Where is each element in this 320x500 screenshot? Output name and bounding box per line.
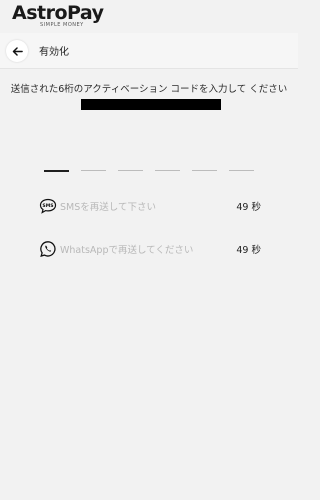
nav-bar: 有効化 — [0, 33, 298, 68]
astropay-logo: AstroPay SIMPLE MONEY — [12, 2, 104, 28]
instruction-text: 送信された6桁のアクティベーション コードを入力して ください — [10, 82, 288, 112]
arrow-left-icon — [12, 46, 23, 56]
logo-tagline: SIMPLE MONEY — [40, 22, 84, 28]
svg-text:SMS: SMS — [42, 203, 53, 209]
resend-whatsapp-timer: 49 秒 — [236, 245, 261, 256]
whatsapp-icon — [39, 240, 57, 258]
code-input[interactable] — [44, 170, 254, 172]
logo-wordmark: AstroPay — [12, 2, 104, 24]
code-slot-1[interactable] — [44, 170, 69, 172]
resend-sms-label: SMSを再送して下さい — [60, 202, 156, 213]
back-button[interactable] — [6, 40, 28, 62]
code-slot-3[interactable] — [118, 170, 143, 171]
sms-icon: SMS — [39, 197, 57, 215]
brand-header: AstroPay SIMPLE MONEY — [0, 0, 298, 33]
code-slot-2[interactable] — [81, 170, 106, 171]
resend-whatsapp-label: WhatsAppで再送してください — [60, 245, 194, 256]
resend-sms-timer: 49 秒 — [236, 202, 261, 213]
instruction-message: 送信された6桁のアクティベーション コードを入力して ください — [10, 84, 288, 95]
code-slot-6[interactable] — [229, 170, 254, 171]
code-slot-4[interactable] — [155, 170, 180, 171]
page-title: 有効化 — [39, 47, 69, 58]
header-divider — [0, 68, 298, 69]
code-slot-5[interactable] — [192, 170, 217, 171]
resend-sms-row[interactable]: SMS SMSを再送して下さい 49 秒 — [39, 196, 261, 216]
resend-whatsapp-row[interactable]: WhatsAppで再送してください 49 秒 — [39, 239, 261, 259]
redacted-phone-number — [81, 99, 221, 110]
